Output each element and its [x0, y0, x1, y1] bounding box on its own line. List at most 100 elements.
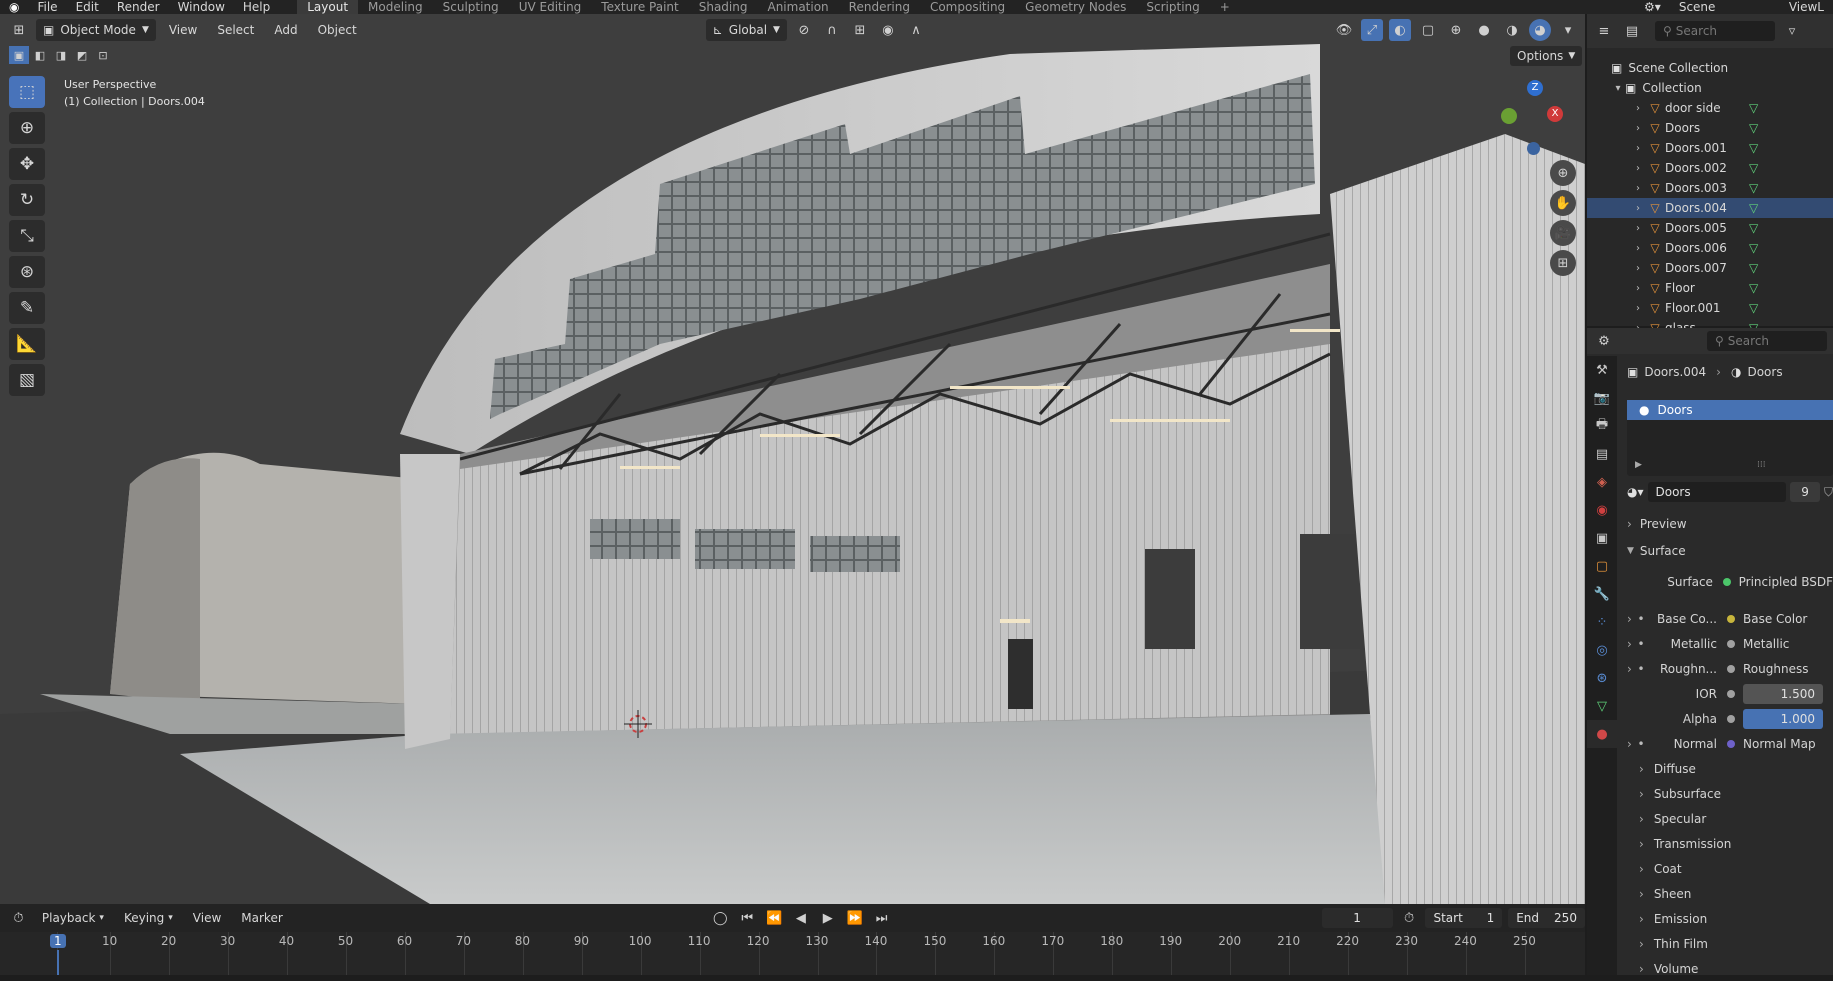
- playhead[interactable]: [57, 950, 59, 975]
- navigation-gizmo[interactable]: Z X: [1495, 76, 1565, 156]
- pan-hand-icon[interactable]: ✋: [1550, 190, 1576, 216]
- snap-target-icon[interactable]: ⊞: [849, 19, 871, 41]
- alpha-slider[interactable]: 1.000: [1743, 709, 1823, 729]
- shading-options-icon[interactable]: ▾: [1557, 19, 1579, 41]
- annotate-tool-icon[interactable]: ✎: [9, 292, 45, 324]
- scale-tool-icon[interactable]: ⤡: [9, 220, 45, 252]
- modifier-tab-icon[interactable]: 🔧: [1587, 580, 1617, 608]
- render-tab-icon[interactable]: 📷: [1587, 384, 1617, 412]
- material-slot-list[interactable]: ● Doors ▶ ⁞⁞⁞: [1627, 400, 1833, 476]
- marker-menu[interactable]: Marker: [234, 907, 289, 929]
- axis-x-icon[interactable]: X: [1547, 106, 1563, 122]
- transform-orientation-selector[interactable]: ⊾ Global ▼: [705, 19, 787, 41]
- timeline-view-menu[interactable]: View: [186, 907, 228, 929]
- expand-arrow-icon[interactable]: ▶: [1635, 460, 1642, 470]
- jump-start-icon[interactable]: ⏮: [737, 907, 758, 929]
- outliner-item[interactable]: › ▽ Doors.002 ▽: [1587, 158, 1833, 178]
- pivot-point-icon[interactable]: ⊘: [793, 19, 815, 41]
- playback-menu[interactable]: Playback ▾: [35, 907, 111, 929]
- surface-value[interactable]: Principled BSDF: [1739, 575, 1833, 589]
- scene-selector-icon[interactable]: ⚙▾: [1635, 0, 1670, 14]
- filter-icon[interactable]: ▿: [1781, 20, 1803, 42]
- measure-tool-icon[interactable]: 📐: [9, 328, 45, 360]
- select-box-icon[interactable]: ⬚: [9, 76, 45, 108]
- mesh-data-icon[interactable]: ▽: [1749, 101, 1758, 115]
- 3d-viewport[interactable]: [0, 14, 1585, 904]
- view-layer-name[interactable]: ViewL: [1780, 0, 1833, 14]
- material-slot-row[interactable]: ● Doors: [1627, 400, 1833, 420]
- base-color-value[interactable]: Base Color: [1743, 612, 1807, 626]
- shader-panel-header[interactable]: › Specular: [1617, 807, 1833, 831]
- shader-panel-header[interactable]: › Subsurface: [1617, 782, 1833, 806]
- scene-name[interactable]: Scene: [1670, 0, 1780, 14]
- add-workspace-button[interactable]: +: [1210, 0, 1240, 14]
- outliner-item[interactable]: › ▽ Floor.001 ▽: [1587, 298, 1833, 318]
- stopwatch-icon[interactable]: ⏱: [1399, 907, 1420, 929]
- display-mode-icon[interactable]: ▤: [1621, 20, 1643, 42]
- shader-panel-header[interactable]: › Emission: [1617, 907, 1833, 931]
- chevron-right-icon[interactable]: ›: [1631, 163, 1645, 174]
- workspace-tab-uv-editing[interactable]: UV Editing: [509, 0, 592, 14]
- play-reverse-icon[interactable]: ◀: [790, 907, 811, 929]
- view-layer-tab-icon[interactable]: ▤: [1587, 440, 1617, 468]
- chevron-right-icon[interactable]: ›: [1617, 662, 1633, 676]
- axis-y-icon[interactable]: [1501, 108, 1517, 124]
- editor-type-icon[interactable]: ⊞: [8, 19, 30, 41]
- world-tab-icon[interactable]: ◉: [1587, 496, 1617, 524]
- axis-neg-z-icon[interactable]: [1527, 142, 1540, 155]
- properties-editor-icon[interactable]: ⚙: [1593, 330, 1615, 352]
- frame-ruler[interactable]: 1 10 20 30 40 50 60 70 80 90 100 110 120 130 140 150 160…: [0, 932, 1585, 975]
- mesh-data-icon[interactable]: ▽: [1749, 241, 1758, 255]
- material-name-field[interactable]: Doors: [1647, 482, 1787, 502]
- menu-help[interactable]: Help: [234, 0, 279, 14]
- outliner-item[interactable]: › ▽ Doors.006 ▽: [1587, 238, 1833, 258]
- mode-selector[interactable]: ▣ Object Mode ▼: [36, 19, 156, 41]
- material-browse-icon[interactable]: ◕▾: [1627, 485, 1644, 499]
- chevron-down-icon[interactable]: ▾: [1611, 83, 1625, 94]
- workspace-tab-sculpting[interactable]: Sculpting: [433, 0, 509, 14]
- proportional-falloff-icon[interactable]: ∧: [905, 19, 927, 41]
- chevron-right-icon[interactable]: ›: [1631, 283, 1645, 294]
- outliner-item[interactable]: › ▽ Floor ▽: [1587, 278, 1833, 298]
- shader-panel-header[interactable]: › Diffuse: [1617, 757, 1833, 781]
- select-invert-icon[interactable]: ◩: [72, 46, 92, 64]
- menu-view[interactable]: View: [162, 19, 204, 41]
- workspace-tab-animation[interactable]: Animation: [757, 0, 838, 14]
- menu-edit[interactable]: Edit: [67, 0, 108, 14]
- properties-search-input[interactable]: ⚲ Search: [1707, 331, 1827, 351]
- ior-field[interactable]: 1.500: [1743, 684, 1823, 704]
- chevron-right-icon[interactable]: ›: [1631, 183, 1645, 194]
- select-new-icon[interactable]: ▣: [9, 46, 29, 64]
- metallic-value[interactable]: Metallic: [1743, 637, 1789, 651]
- wireframe-shading-icon[interactable]: ⊕: [1445, 19, 1467, 41]
- add-cube-tool-icon[interactable]: ▧: [9, 364, 45, 396]
- menu-select[interactable]: Select: [210, 19, 261, 41]
- snap-icon[interactable]: ∩: [821, 19, 843, 41]
- axis-z-icon[interactable]: Z: [1527, 80, 1543, 96]
- xray-toggle-icon[interactable]: ▢: [1417, 19, 1439, 41]
- mesh-data-icon[interactable]: ▽: [1749, 261, 1758, 275]
- select-subtract-icon[interactable]: ◨: [51, 46, 71, 64]
- user-count-badge[interactable]: 9: [1790, 482, 1820, 502]
- shader-panel-header[interactable]: › Transmission: [1617, 832, 1833, 856]
- scene-tab-icon[interactable]: ◈: [1587, 468, 1617, 496]
- prev-keyframe-icon[interactable]: ⏪: [764, 907, 785, 929]
- camera-view-icon[interactable]: 🎥: [1550, 220, 1576, 246]
- mesh-data-icon[interactable]: ▽: [1749, 301, 1758, 315]
- outliner-editor-icon[interactable]: ≡: [1593, 20, 1615, 42]
- chevron-right-icon[interactable]: ›: [1631, 123, 1645, 134]
- fake-user-shield-icon[interactable]: ⛉: [1824, 485, 1833, 500]
- outliner-item[interactable]: › ▽ Doors.004 ▽: [1587, 198, 1833, 218]
- end-frame-field[interactable]: End 250: [1508, 908, 1585, 928]
- collection-row[interactable]: ▾ ▣ Collection: [1587, 78, 1833, 98]
- chevron-right-icon[interactable]: ›: [1631, 103, 1645, 114]
- next-keyframe-icon[interactable]: ⏩: [844, 907, 865, 929]
- outliner-item[interactable]: › ▽ Doors.001 ▽: [1587, 138, 1833, 158]
- chevron-right-icon[interactable]: ›: [1631, 203, 1645, 214]
- scene-collection-row[interactable]: ▣ Scene Collection: [1587, 58, 1833, 78]
- workspace-tab-rendering[interactable]: Rendering: [839, 0, 920, 14]
- menu-window[interactable]: Window: [169, 0, 234, 14]
- resize-grip-icon[interactable]: ⁞⁞⁞: [1757, 460, 1766, 470]
- mesh-data-icon[interactable]: ▽: [1749, 121, 1758, 135]
- select-intersect-icon[interactable]: ⊡: [93, 46, 113, 64]
